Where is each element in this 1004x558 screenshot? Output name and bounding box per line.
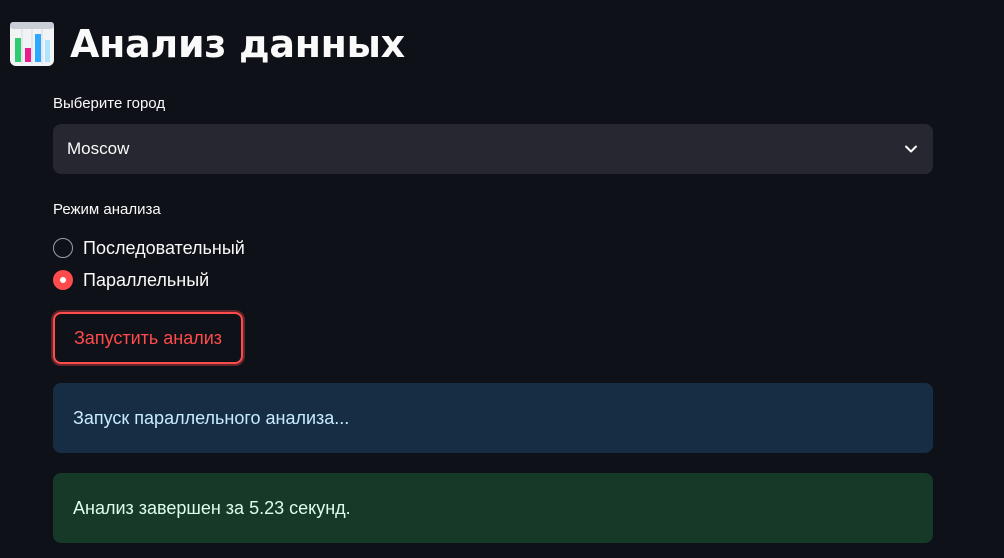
info-alert-text: Запуск параллельного анализа... xyxy=(73,407,350,428)
bar-chart-icon xyxy=(10,22,54,66)
radio-sequential[interactable]: Последовательный xyxy=(53,232,245,264)
radio-sequential-label: Последовательный xyxy=(83,237,245,258)
radio-parallel-label: Параллельный xyxy=(83,269,210,290)
city-select-label: Выберите город xyxy=(53,95,166,112)
city-select-value: Moscow xyxy=(67,139,130,158)
radio-parallel[interactable]: Параллельный xyxy=(53,264,245,296)
page-header: Анализ данных xyxy=(8,16,405,72)
app-page: Анализ данных Выберите город Moscow Режи… xyxy=(0,0,1004,558)
radio-selected-icon xyxy=(53,270,73,290)
run-analysis-button[interactable]: Запустить анализ xyxy=(53,312,243,364)
page-title: Анализ данных xyxy=(70,22,405,66)
success-alert: Анализ завершен за 5.23 секунд. xyxy=(53,473,933,543)
chevron-down-icon xyxy=(905,145,917,153)
mode-label: Режим анализа xyxy=(53,201,161,218)
success-alert-text: Анализ завершен за 5.23 секунд. xyxy=(73,497,351,518)
radio-unselected-icon xyxy=(53,238,73,258)
city-select[interactable]: Moscow xyxy=(53,124,933,174)
mode-radio-group: Последовательный Параллельный xyxy=(53,232,245,296)
info-alert: Запуск параллельного анализа... xyxy=(53,383,933,453)
